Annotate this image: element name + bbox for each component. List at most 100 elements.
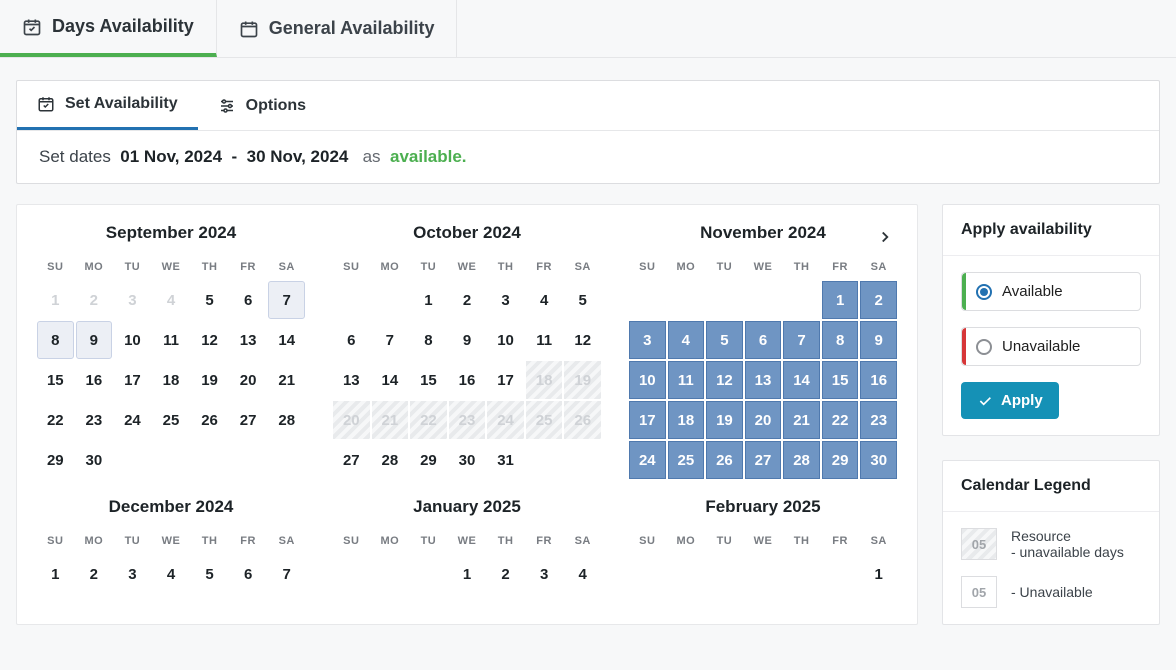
calendar-day[interactable]: 31 xyxy=(487,441,524,479)
calendar-day[interactable]: 20 xyxy=(230,361,267,399)
calendar-day[interactable]: 15 xyxy=(410,361,447,399)
calendar-day[interactable]: 1 xyxy=(449,555,486,593)
calendar-day[interactable]: 3 xyxy=(487,281,524,319)
calendar-day[interactable]: 10 xyxy=(487,321,524,359)
radio-available[interactable]: Available xyxy=(961,272,1141,311)
calendar-day[interactable]: 13 xyxy=(230,321,267,359)
calendar-day[interactable]: 17 xyxy=(487,361,524,399)
calendar-day[interactable]: 1 xyxy=(860,555,897,593)
calendar-day[interactable]: 25 xyxy=(668,441,705,479)
calendar-day[interactable]: 23 xyxy=(76,401,113,439)
calendar-day[interactable]: 15 xyxy=(822,361,859,399)
calendar-day[interactable]: 5 xyxy=(191,281,228,319)
calendar-day[interactable]: 18 xyxy=(153,361,190,399)
calendar-day[interactable]: 6 xyxy=(230,555,267,593)
calendar-day[interactable]: 29 xyxy=(822,441,859,479)
calendar-day[interactable]: 27 xyxy=(230,401,267,439)
calendar-day[interactable]: 23 xyxy=(860,401,897,439)
calendar-day[interactable]: 10 xyxy=(629,361,666,399)
calendar-day[interactable]: 1 xyxy=(822,281,859,319)
calendar-day[interactable]: 19 xyxy=(706,401,743,439)
calendar-day[interactable]: 27 xyxy=(745,441,782,479)
calendar-day[interactable]: 3 xyxy=(114,555,151,593)
calendar-day[interactable]: 18 xyxy=(668,401,705,439)
calendar-day[interactable]: 12 xyxy=(564,321,601,359)
calendar-day[interactable]: 6 xyxy=(230,281,267,319)
calendar-day[interactable]: 9 xyxy=(449,321,486,359)
calendar-day[interactable]: 17 xyxy=(114,361,151,399)
calendar-day[interactable]: 7 xyxy=(268,555,305,593)
calendar-day[interactable]: 9 xyxy=(76,321,113,359)
calendar-day[interactable]: 21 xyxy=(783,401,820,439)
tab-days-availability[interactable]: Days Availability xyxy=(0,0,217,57)
calendar-day[interactable]: 29 xyxy=(37,441,74,479)
calendar-day[interactable]: 8 xyxy=(410,321,447,359)
calendar-day[interactable]: 12 xyxy=(706,361,743,399)
calendar-day[interactable]: 6 xyxy=(333,321,370,359)
calendar-day[interactable]: 10 xyxy=(114,321,151,359)
calendar-day[interactable]: 17 xyxy=(629,401,666,439)
calendar-day[interactable]: 5 xyxy=(191,555,228,593)
calendar-day[interactable]: 4 xyxy=(153,555,190,593)
calendar-day[interactable]: 28 xyxy=(372,441,409,479)
calendar-day[interactable]: 27 xyxy=(333,441,370,479)
calendar-day[interactable]: 28 xyxy=(783,441,820,479)
calendar-day[interactable]: 11 xyxy=(153,321,190,359)
calendar-day[interactable]: 2 xyxy=(449,281,486,319)
calendar-day[interactable]: 26 xyxy=(191,401,228,439)
calendar-day[interactable]: 8 xyxy=(37,321,74,359)
calendar-day[interactable]: 24 xyxy=(629,441,666,479)
subtab-set-availability[interactable]: Set Availability xyxy=(17,81,198,130)
calendar-day[interactable]: 1 xyxy=(410,281,447,319)
calendar-day[interactable]: 13 xyxy=(745,361,782,399)
calendar-day[interactable]: 20 xyxy=(745,401,782,439)
calendar-day[interactable]: 16 xyxy=(76,361,113,399)
radio-unavailable[interactable]: Unavailable xyxy=(961,327,1141,366)
calendar-day[interactable]: 2 xyxy=(76,555,113,593)
calendar-day[interactable]: 9 xyxy=(860,321,897,359)
calendar-day[interactable]: 22 xyxy=(37,401,74,439)
calendar-day[interactable]: 14 xyxy=(372,361,409,399)
calendar-day[interactable]: 8 xyxy=(822,321,859,359)
calendar-day[interactable]: 13 xyxy=(333,361,370,399)
calendar-day[interactable]: 15 xyxy=(37,361,74,399)
calendar-day[interactable]: 4 xyxy=(564,555,601,593)
calendar-day[interactable]: 2 xyxy=(860,281,897,319)
dow-label: SA xyxy=(268,535,305,547)
calendar-day[interactable]: 25 xyxy=(153,401,190,439)
calendar-day[interactable]: 24 xyxy=(114,401,151,439)
calendar-day[interactable]: 6 xyxy=(745,321,782,359)
calendar-day[interactable]: 11 xyxy=(526,321,563,359)
calendar-day[interactable]: 7 xyxy=(372,321,409,359)
calendar-day[interactable]: 29 xyxy=(410,441,447,479)
calendar-day[interactable]: 3 xyxy=(526,555,563,593)
calendar-day[interactable]: 3 xyxy=(629,321,666,359)
calendar-day[interactable]: 14 xyxy=(268,321,305,359)
calendar-day[interactable]: 30 xyxy=(76,441,113,479)
apply-button[interactable]: Apply xyxy=(961,382,1059,419)
subtab-options[interactable]: Options xyxy=(198,81,326,130)
calendar-day[interactable]: 1 xyxy=(37,555,74,593)
calendar-day[interactable]: 12 xyxy=(191,321,228,359)
calendar-day[interactable]: 30 xyxy=(449,441,486,479)
calendar-day[interactable]: 7 xyxy=(783,321,820,359)
calendar-day[interactable]: 5 xyxy=(564,281,601,319)
calendar-day[interactable]: 28 xyxy=(268,401,305,439)
calendar-day[interactable]: 21 xyxy=(268,361,305,399)
calendar-day[interactable]: 5 xyxy=(706,321,743,359)
calendar-day[interactable]: 11 xyxy=(668,361,705,399)
calendar-day[interactable]: 7 xyxy=(268,281,305,319)
calendar-day[interactable]: 4 xyxy=(526,281,563,319)
calendar-day[interactable]: 26 xyxy=(706,441,743,479)
calendar-day[interactable]: 4 xyxy=(668,321,705,359)
tab-general-availability[interactable]: General Availability xyxy=(217,0,458,57)
calendar-day[interactable]: 19 xyxy=(191,361,228,399)
calendar-month: December 2024SUMOTUWETHFRSA1234567 xyxy=(37,497,305,593)
calendar-day[interactable]: 16 xyxy=(449,361,486,399)
calendar-day[interactable]: 14 xyxy=(783,361,820,399)
calendar-day[interactable]: 30 xyxy=(860,441,897,479)
calendar-day[interactable]: 22 xyxy=(822,401,859,439)
next-month-button[interactable] xyxy=(871,223,899,251)
calendar-day[interactable]: 2 xyxy=(487,555,524,593)
calendar-day[interactable]: 16 xyxy=(860,361,897,399)
